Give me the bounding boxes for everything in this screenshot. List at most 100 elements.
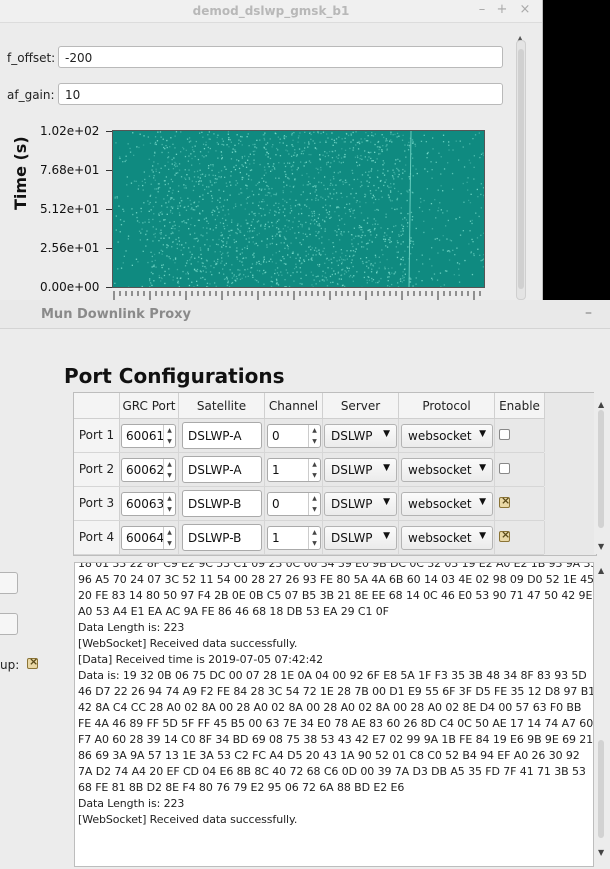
waterfall-y-axis-label: Time (s) bbox=[11, 136, 30, 210]
satellite-input[interactable]: DSLWP-B bbox=[182, 490, 262, 517]
channel-spinbox[interactable]: 1 ▲ ▼ bbox=[267, 458, 321, 482]
protocol-select[interactable]: websocket ▼ bbox=[401, 424, 493, 448]
protocol-select[interactable]: websocket ▼ bbox=[401, 526, 493, 550]
row-header[interactable]: Port 4 bbox=[74, 521, 120, 554]
channel-cell: 0 ▲ ▼ bbox=[265, 419, 323, 452]
server-cell: DSLWP ▼ bbox=[323, 419, 399, 452]
chevron-down-icon: ▼ bbox=[479, 497, 486, 507]
channel-value: 1 bbox=[272, 463, 280, 477]
section-title: Port Configurations bbox=[64, 364, 285, 388]
grc-port-spinbox[interactable]: 60064 ▲ ▼ bbox=[121, 526, 176, 550]
af-gain-input[interactable]: 10 bbox=[58, 83, 503, 105]
satellite-input[interactable]: DSLWP-A bbox=[182, 422, 262, 449]
enable-checkbox[interactable] bbox=[499, 528, 510, 542]
grc-port-spinbox[interactable]: 60061 ▲ ▼ bbox=[121, 424, 176, 448]
log-scrollbar[interactable]: ▲ ▼ bbox=[594, 562, 609, 867]
server-select[interactable]: DSLWP ▼ bbox=[324, 492, 397, 516]
server-value: DSLWP bbox=[331, 429, 373, 443]
channel-spinbox[interactable]: 1 ▲ ▼ bbox=[267, 526, 321, 550]
grc-port-spinbox[interactable]: 60063 ▲ ▼ bbox=[121, 492, 176, 516]
scrollbar-thumb[interactable] bbox=[598, 740, 604, 838]
row-header[interactable] bbox=[74, 555, 120, 556]
row-header[interactable]: Port 2 bbox=[74, 453, 120, 486]
server-cell: DSLWP ▼ bbox=[323, 453, 399, 486]
header-server[interactable]: Server bbox=[323, 393, 399, 419]
y-tick-label: 1.02e+02 bbox=[40, 124, 100, 138]
enable-cell bbox=[495, 487, 545, 520]
spin-arrows-icon[interactable]: ▲ ▼ bbox=[308, 527, 320, 549]
header-channel[interactable]: Channel bbox=[265, 393, 323, 419]
header-enable[interactable]: Enable bbox=[495, 393, 545, 419]
spin-arrows-icon[interactable]: ▲ ▼ bbox=[308, 459, 320, 481]
scrollbar-thumb[interactable] bbox=[598, 410, 604, 528]
waterfall-plot[interactable] bbox=[112, 130, 485, 288]
row-header[interactable]: Port 3 bbox=[74, 487, 120, 520]
waterfall-x-axis bbox=[113, 291, 481, 300]
log-line: 46 D7 22 26 94 74 A9 F2 FE 84 28 3C 54 7… bbox=[78, 685, 594, 698]
log-line: 20 FE 83 14 80 50 97 F4 2B 0E 0B C5 07 B… bbox=[78, 589, 593, 602]
protocol-value: websocket bbox=[408, 463, 472, 477]
scrollbar-thumb[interactable] bbox=[518, 49, 524, 289]
flowgraph-titlebar[interactable]: demod_dslwp_gmsk_b1 – + × bbox=[0, 0, 542, 23]
table-scrollbar[interactable]: ▲ ▼ bbox=[594, 392, 609, 554]
grc-port-value: 60062 bbox=[126, 463, 165, 477]
flowgraph-window: demod_dslwp_gmsk_b1 – + × f_offset: -200… bbox=[0, 0, 543, 300]
log-line: 7A D2 74 A4 20 EF CD 04 E6 8B 8C 40 72 6… bbox=[78, 765, 586, 778]
spin-arrows-icon[interactable]: ▲ ▼ bbox=[163, 493, 175, 515]
satellite-input[interactable]: DSLWP-B bbox=[182, 524, 262, 551]
server-select[interactable]: DSLWP ▼ bbox=[324, 458, 397, 482]
scroll-down-icon[interactable]: ▼ bbox=[598, 848, 604, 857]
channel-cell: 1 ▲ ▼ bbox=[265, 521, 323, 554]
flowgraph-scrollbar[interactable] bbox=[516, 40, 526, 300]
log-output[interactable]: 18 01 33 22 8F C9 E2 9C 53 C1 09 23 0C 6… bbox=[74, 562, 594, 867]
channel-value: 0 bbox=[272, 429, 280, 443]
table-row-partial bbox=[74, 555, 544, 556]
spin-arrows-icon[interactable]: ▲ ▼ bbox=[163, 459, 175, 481]
header-satellite[interactable]: Satellite bbox=[179, 393, 265, 419]
header-grc-port[interactable]: GRC Port bbox=[120, 393, 179, 419]
satellite-cell: DSLWP-A bbox=[179, 453, 265, 486]
channel-spinbox[interactable]: 0 ▲ ▼ bbox=[267, 424, 321, 448]
spin-arrows-icon[interactable]: ▲ ▼ bbox=[308, 425, 320, 447]
maximize-icon[interactable]: + bbox=[495, 3, 509, 17]
grc-port-value: 60064 bbox=[126, 531, 165, 545]
log-line: 68 FE 81 8B D2 8E F4 80 76 79 E2 95 06 7… bbox=[78, 781, 405, 794]
scroll-up-icon[interactable]: ▲ bbox=[598, 400, 604, 409]
af-gain-row: af_gain: 10 bbox=[0, 83, 510, 107]
proxy-window: Mun Downlink Proxy – Port Configurations… bbox=[0, 300, 610, 869]
log-line: [WebSocket] Received data successfully. bbox=[78, 813, 298, 826]
close-icon[interactable]: × bbox=[518, 3, 532, 17]
enable-checkbox[interactable] bbox=[499, 494, 510, 508]
left-checkbox[interactable] bbox=[27, 655, 38, 669]
server-select[interactable]: DSLWP ▼ bbox=[324, 424, 397, 448]
spin-arrows-icon[interactable]: ▲ ▼ bbox=[163, 425, 175, 447]
server-select[interactable]: DSLWP ▼ bbox=[324, 526, 397, 550]
left-button-1[interactable] bbox=[0, 572, 18, 594]
scroll-up-icon[interactable]: ▲ bbox=[598, 566, 604, 575]
grc-port-spinbox[interactable]: 60062 ▲ ▼ bbox=[121, 458, 176, 482]
satellite-input[interactable]: DSLWP-A bbox=[182, 456, 262, 483]
f-offset-input[interactable]: -200 bbox=[58, 46, 503, 68]
left-button-2[interactable] bbox=[0, 613, 18, 635]
af-gain-label: af_gain: bbox=[7, 88, 55, 102]
proxy-window-title: Mun Downlink Proxy bbox=[41, 307, 192, 322]
enable-cell bbox=[495, 453, 545, 486]
protocol-cell: websocket ▼ bbox=[399, 453, 495, 486]
log-line: 18 01 33 22 8F C9 E2 9C 53 C1 09 23 0C 6… bbox=[78, 562, 594, 570]
spin-arrows-icon[interactable]: ▲ ▼ bbox=[308, 493, 320, 515]
enable-checkbox[interactable] bbox=[499, 463, 510, 474]
protocol-select[interactable]: websocket ▼ bbox=[401, 492, 493, 516]
minimize-icon[interactable]: – bbox=[475, 3, 489, 17]
row-header[interactable]: Port 1 bbox=[74, 419, 120, 452]
channel-spinbox[interactable]: 0 ▲ ▼ bbox=[267, 492, 321, 516]
grc-port-cell: 60064 ▲ ▼ bbox=[120, 521, 179, 554]
proxy-titlebar[interactable]: Mun Downlink Proxy – bbox=[0, 300, 610, 329]
scroll-down-icon[interactable]: ▼ bbox=[598, 542, 604, 551]
log-line: [WebSocket] Received data successfully. bbox=[78, 637, 298, 650]
spin-arrows-icon[interactable]: ▲ ▼ bbox=[163, 527, 175, 549]
protocol-select[interactable]: websocket ▼ bbox=[401, 458, 493, 482]
header-protocol[interactable]: Protocol bbox=[399, 393, 495, 419]
minimize-icon[interactable]: – bbox=[585, 305, 592, 321]
left-checkbox-label: up: bbox=[0, 658, 20, 672]
enable-checkbox[interactable] bbox=[499, 429, 510, 440]
